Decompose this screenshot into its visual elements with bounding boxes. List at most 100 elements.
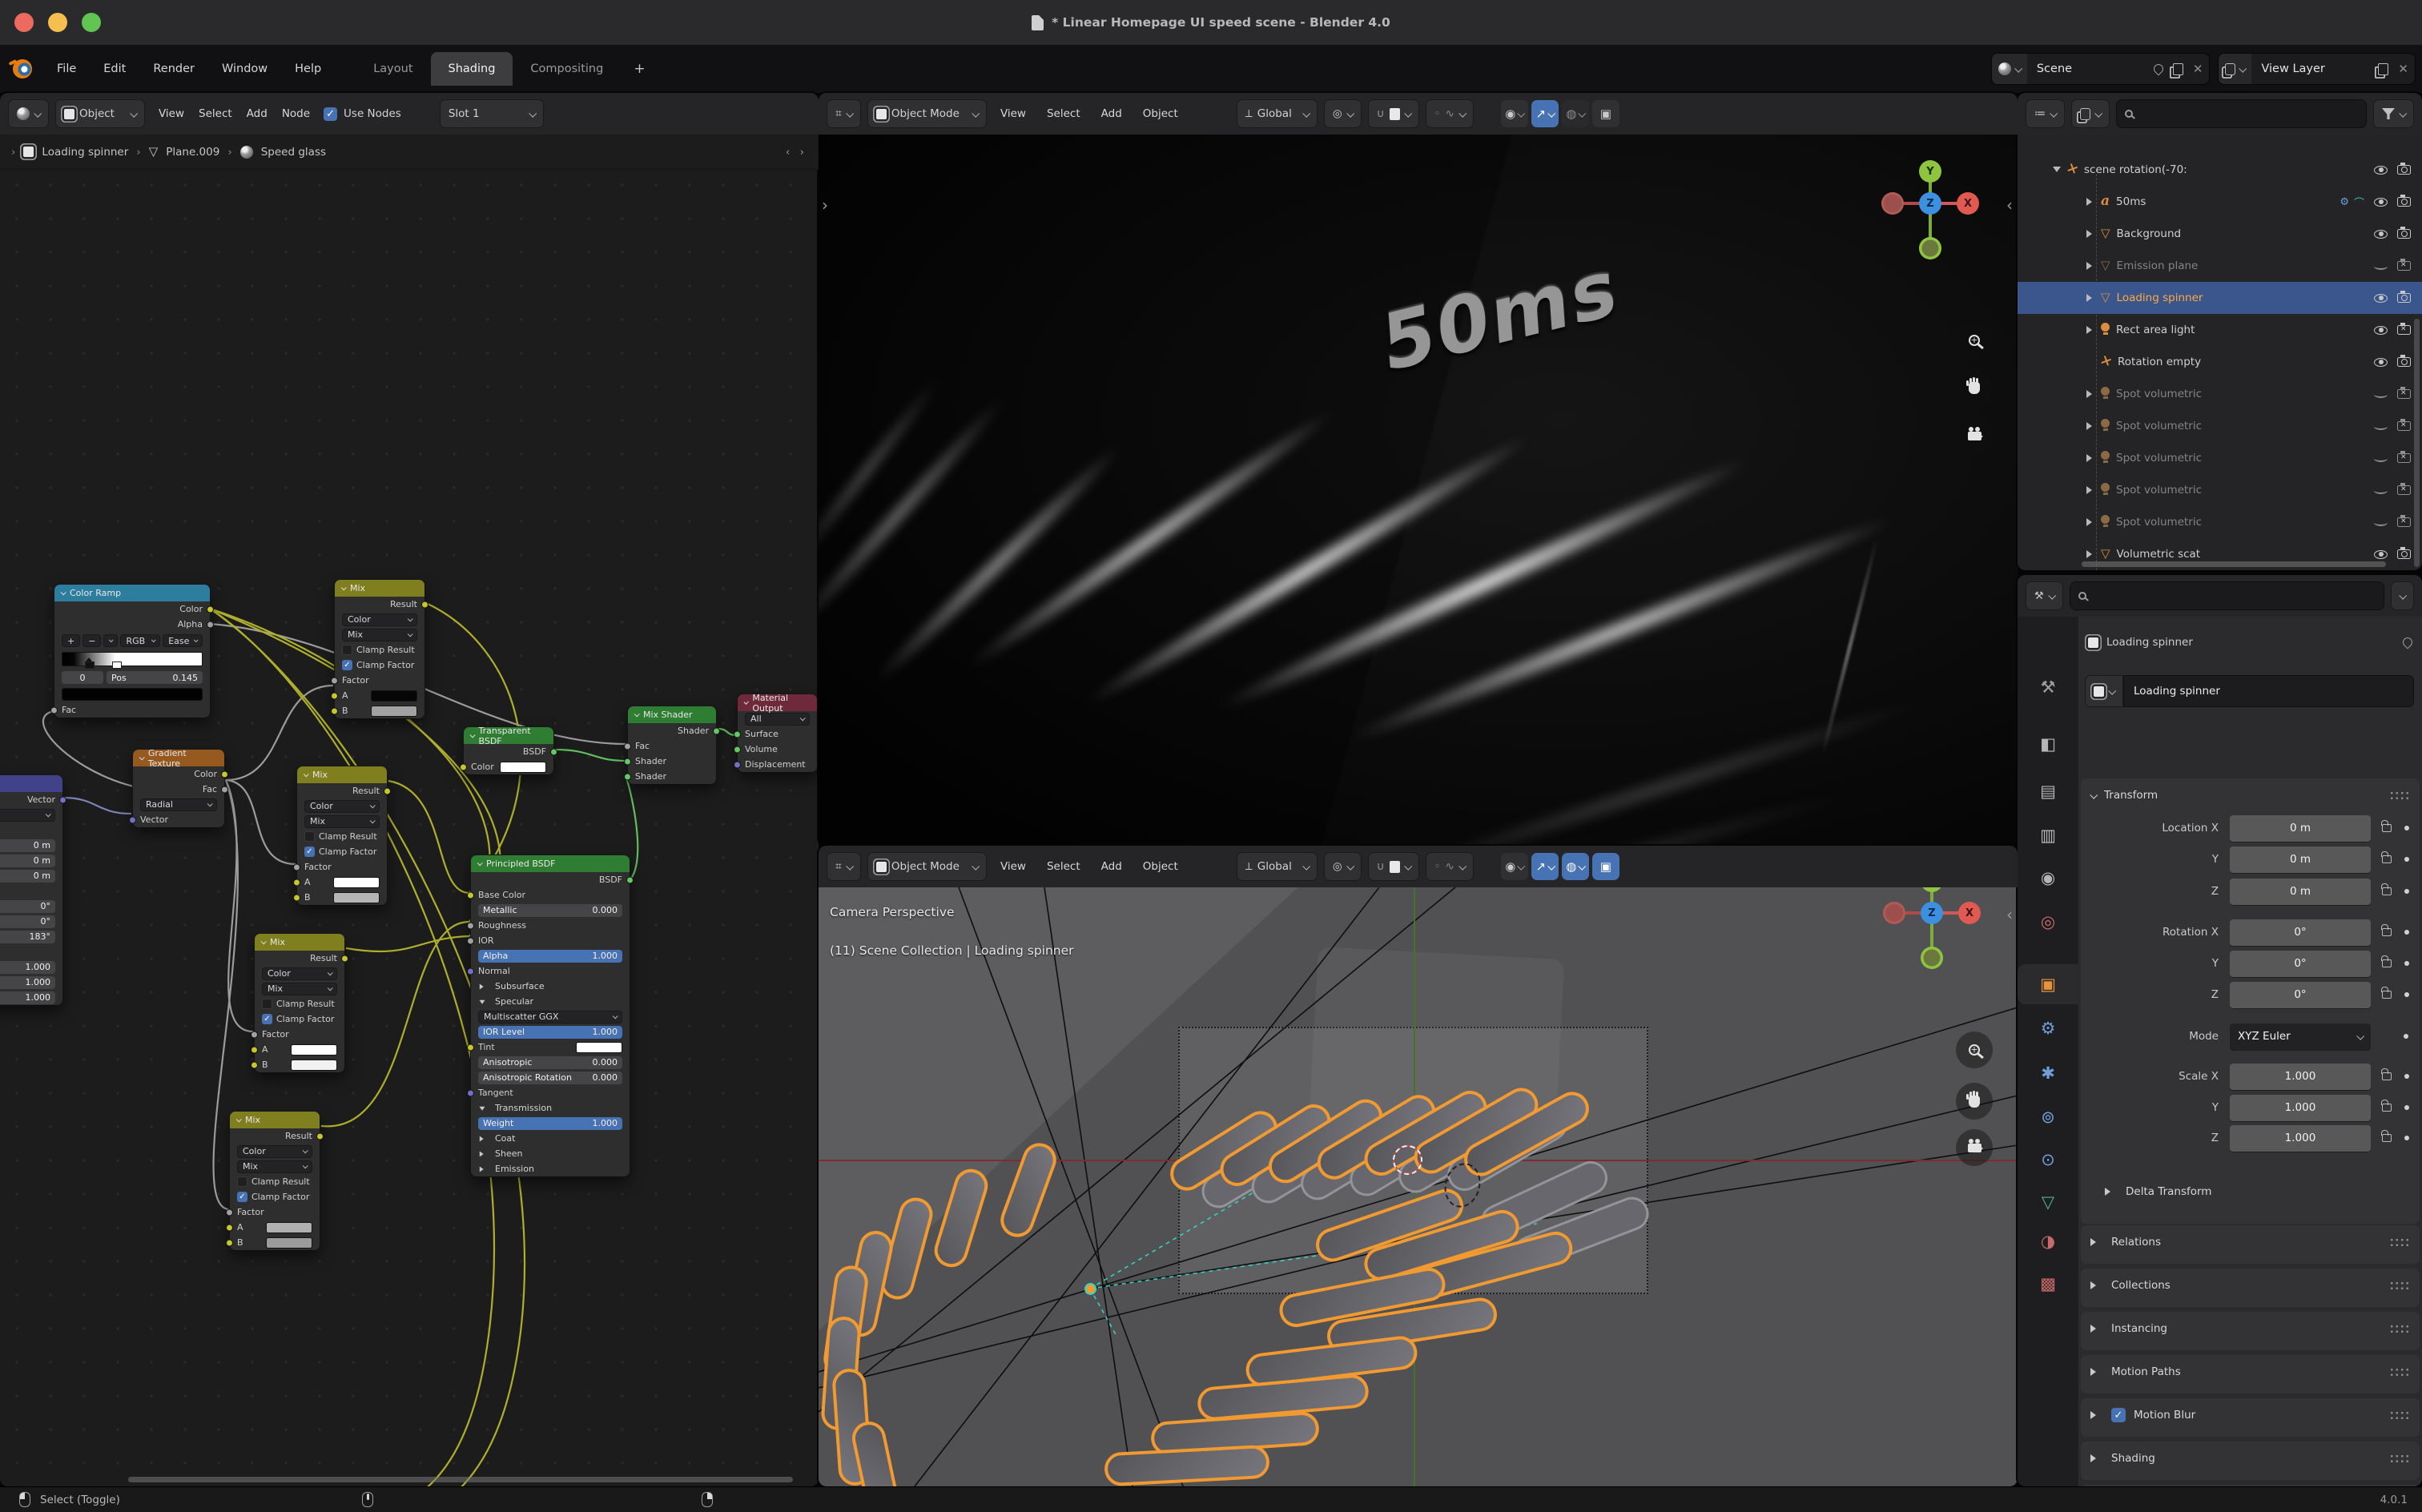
outliner-row-spot-volumetric[interactable]: Spot volumetric (2018, 442, 2422, 474)
value-field[interactable]: 0° (2230, 919, 2371, 946)
node-dropdown[interactable]: Point (0, 809, 55, 822)
mode-dropdown[interactable]: XYZ Euler (2230, 1023, 2371, 1050)
value-field[interactable]: 0° (2230, 951, 2371, 977)
pin-icon[interactable] (2401, 636, 2415, 649)
transform-panel-header[interactable]: Transform (2081, 778, 2420, 812)
node-checkbox[interactable] (237, 1176, 247, 1187)
expand-icon[interactable] (2086, 390, 2096, 398)
input-socket[interactable] (226, 1224, 233, 1231)
camera-view-button[interactable] (1956, 417, 1993, 454)
node-header[interactable]: Gradient Texture (133, 750, 224, 766)
output-socket[interactable] (207, 605, 214, 613)
node-dropdown[interactable]: Color (237, 1145, 312, 1158)
view-layer-browse-button[interactable] (2219, 54, 2251, 84)
properties-tab-world[interactable]: ◎ (2018, 902, 2078, 942)
render-camera-icon[interactable] (2397, 229, 2411, 239)
panel-motion-paths[interactable]: Motion Paths (2081, 1355, 2420, 1393)
blender-logo-icon[interactable] (13, 59, 32, 78)
node-checkbox[interactable]: ✓ (304, 846, 315, 857)
node-dropdown[interactable]: Mix (342, 629, 417, 641)
input-socket[interactable] (331, 692, 338, 699)
gizmos-button[interactable]: ↗ (1531, 100, 1559, 127)
pivot-point-dropdown[interactable]: ◎ (1324, 99, 1362, 128)
workspace-tab-shading[interactable]: Shading (431, 52, 513, 86)
input-socket[interactable] (467, 1044, 474, 1051)
node-mix-4[interactable]: MixResultColorMixClamp Result✓Clamp Fact… (230, 1112, 320, 1250)
gizmo-axis-x[interactable]: X (1958, 902, 1981, 924)
outliner-item-label[interactable]: Spot volumetric (2116, 420, 2369, 432)
outliner-item-label[interactable]: Background (2117, 227, 2369, 240)
output-socket[interactable] (221, 786, 228, 793)
node-header[interactable]: Mix (255, 934, 344, 951)
node-checkbox[interactable] (304, 831, 315, 842)
node-color-ramp[interactable]: Color RampColorAlpha+−RGBEase0Pos0.145Fa… (54, 585, 210, 718)
properties-tab-view-layer[interactable]: ▥ (2018, 815, 2078, 855)
outliner-item-label[interactable]: Spot volumetric (2116, 484, 2369, 497)
node-mix-2[interactable]: MixResultColorMixClamp Result✓Clamp Fact… (297, 766, 387, 905)
outliner-row-background[interactable]: ▽Background (2018, 218, 2422, 250)
color-swatch[interactable] (333, 892, 380, 903)
ramp-stop-handle[interactable] (85, 656, 93, 667)
output-socket[interactable] (221, 770, 228, 778)
value-field[interactable]: 0 m (2230, 879, 2371, 905)
input-socket[interactable] (734, 761, 741, 768)
visibility-eye-icon[interactable] (2374, 326, 2388, 335)
node-header[interactable]: Material Output (738, 694, 817, 711)
horizontal-scrollbar[interactable] (128, 1477, 793, 1482)
node-section-subsurface[interactable]: Subsurface (471, 979, 630, 994)
node-dropdown[interactable]: Radial (140, 798, 217, 811)
panel-relations[interactable]: Relations (2081, 1225, 2420, 1264)
input-socket[interactable] (293, 863, 300, 871)
color-swatch[interactable] (291, 1044, 337, 1056)
lock-icon[interactable] (2382, 1072, 2392, 1080)
pan-button[interactable] (1956, 1083, 1993, 1120)
input-socket[interactable] (251, 1046, 258, 1053)
camera-view-button[interactable] (1956, 1129, 1993, 1166)
editor-type-button[interactable]: ⚒ (2026, 581, 2063, 610)
proportional-editing-controls[interactable]: ◦∿ (1426, 99, 1474, 128)
expand-icon[interactable] (2086, 198, 2096, 206)
gizmo-axis-x-neg[interactable] (1881, 192, 1904, 215)
outliner-item-label[interactable]: Spot volumetric (2116, 388, 2369, 400)
view-layer-name[interactable]: View Layer (2251, 62, 2372, 75)
snapping-controls[interactable]: ∪ (1368, 99, 1419, 128)
outliner-row-rect-area-light[interactable]: Rect area light (2018, 314, 2422, 346)
color-ramp-gradient[interactable] (62, 652, 203, 666)
gizmo-axis-z[interactable]: Z (1921, 902, 1943, 924)
visibility-eye-icon[interactable] (2374, 198, 2388, 207)
sidebar-toggle-arrow[interactable]: ‹ (2006, 195, 2013, 215)
input-socket[interactable] (467, 1089, 474, 1096)
visibility-eye-icon[interactable] (2374, 550, 2388, 559)
animate-dot[interactable] (2404, 1034, 2408, 1039)
node-slider[interactable]: IOR Level1.000 (478, 1026, 622, 1039)
node-dropdown[interactable]: Multiscatter GGX (478, 1011, 622, 1023)
output-socket[interactable] (59, 796, 66, 803)
expand-icon[interactable] (2053, 167, 2061, 176)
render-disabled-icon[interactable] (2397, 389, 2411, 399)
outliner-item-label[interactable]: Rect area light (2116, 324, 2369, 336)
shader-menu-select[interactable]: Select (191, 107, 239, 120)
view-layer-selector[interactable]: View Layer ✕ (2218, 53, 2416, 85)
gizmo-axis-y-neg[interactable] (1919, 237, 1941, 259)
navigation-gizmo[interactable]: YXZ (1872, 887, 1992, 1030)
close-icon[interactable]: ✕ (2193, 62, 2203, 76)
render-camera-icon[interactable] (2397, 357, 2411, 367)
panel-header[interactable]: Shading (2081, 1442, 2420, 1475)
node-value-field[interactable]: 0° (0, 900, 55, 913)
gizmo-axis-x[interactable]: X (1957, 192, 1979, 215)
node-slider[interactable]: Anisotropic Rotation0.000 (478, 1072, 622, 1084)
expand-icon[interactable] (2086, 422, 2096, 430)
proportional-editing-controls[interactable]: ◦∿ (1426, 852, 1474, 881)
interaction-mode-dropdown[interactable]: Object Mode (867, 852, 987, 881)
color-swatch[interactable] (266, 1237, 312, 1249)
add-workspace-button[interactable]: + (621, 61, 658, 77)
lock-icon[interactable] (2382, 928, 2392, 936)
color-swatch[interactable] (500, 762, 546, 773)
visibility-eye-closed-icon[interactable] (2374, 263, 2388, 270)
node-checkbox[interactable]: ✓ (342, 660, 352, 670)
show-object-types-button[interactable]: ◉ (1501, 853, 1528, 880)
input-socket[interactable] (331, 677, 338, 684)
node-slider[interactable]: Alpha1.000 (478, 950, 622, 963)
breadcrumb-mesh[interactable]: Plane.009 (166, 146, 219, 159)
menu-help[interactable]: Help (281, 45, 335, 93)
